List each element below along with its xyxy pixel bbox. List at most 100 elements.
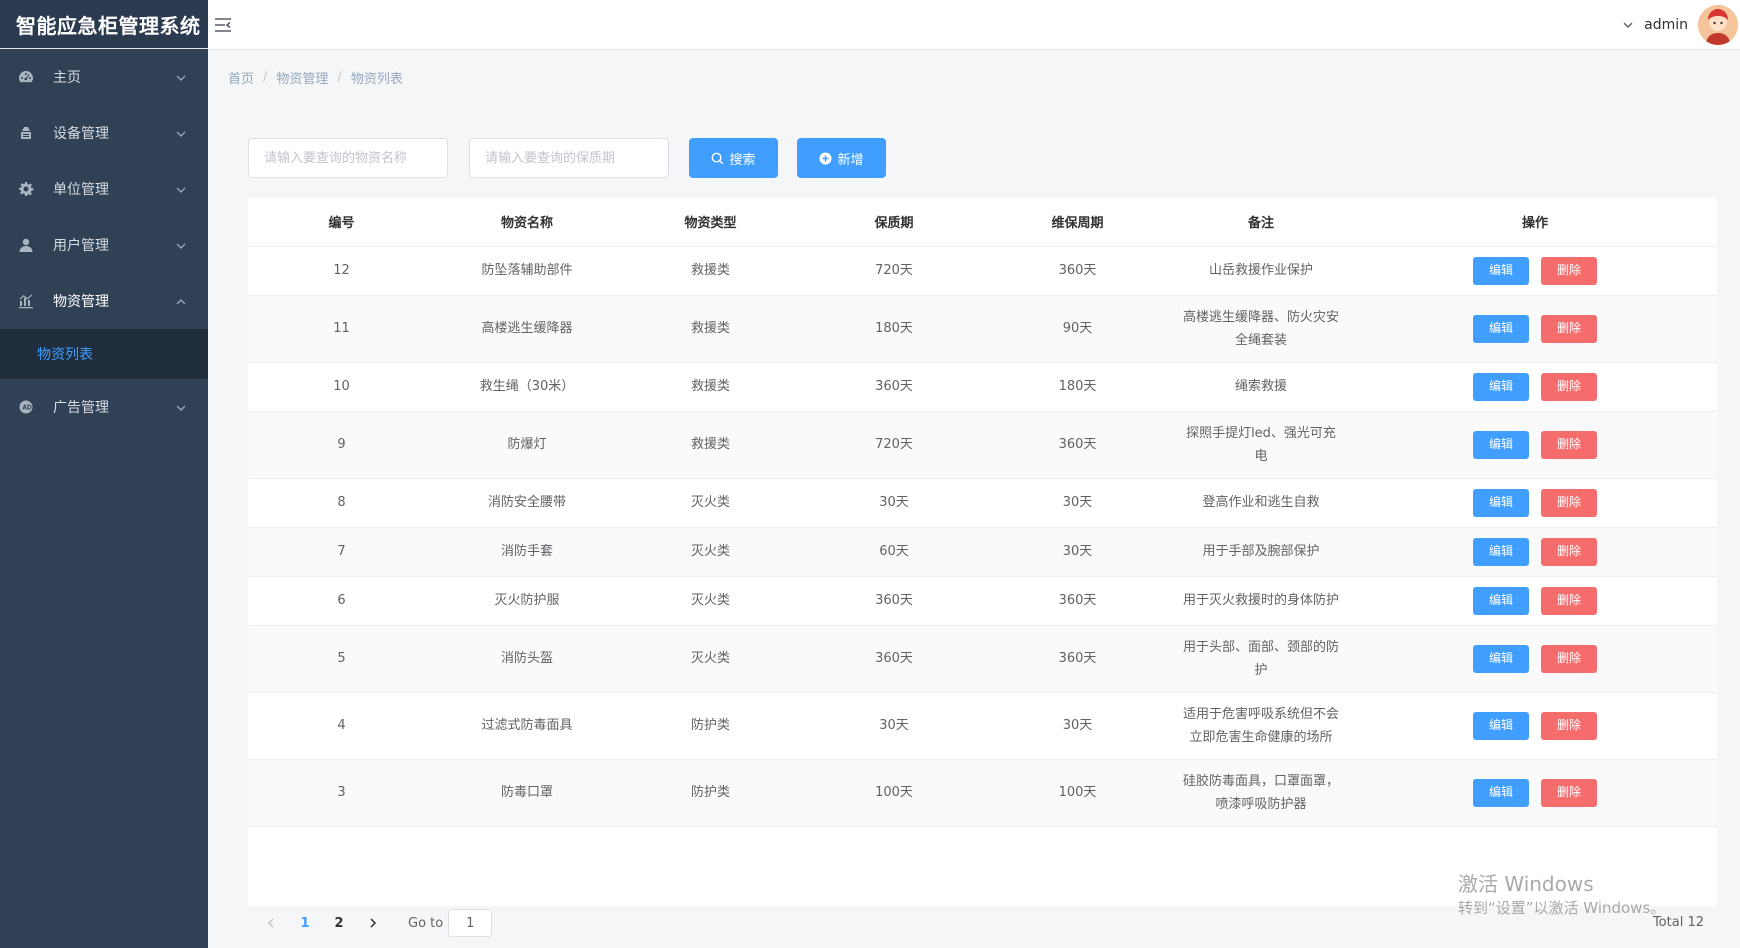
sidebar-item-ad[interactable]: 广告管理: [0, 379, 208, 435]
avatar[interactable]: [1698, 5, 1738, 45]
cell-text: 720天: [875, 437, 913, 452]
table-cell: 30天: [986, 527, 1169, 577]
table-cell: 180天: [986, 362, 1169, 412]
goto-page-input[interactable]: [448, 909, 493, 937]
cell-text: 100天: [875, 785, 913, 800]
table-cell: 高楼逃生缓降器、防火灾安全绳套装: [1169, 295, 1353, 363]
table-row: 6 灭火防护服 灭火类 360天 360天 用于灭火救援时的身体防护 编辑 删除: [248, 576, 1717, 626]
edit-button[interactable]: 编辑: [1473, 488, 1529, 517]
cell-text: 11: [333, 321, 350, 336]
cell-text: 灭火类: [690, 544, 730, 559]
delete-button[interactable]: 删除: [1541, 537, 1597, 566]
table-cell: 用于手部及腕部保护: [1169, 527, 1353, 577]
goto-page: Go to: [408, 909, 493, 937]
sidebar-item-home[interactable]: 主页: [0, 49, 208, 105]
edit-button[interactable]: 编辑: [1473, 430, 1529, 459]
table-row: 7 消防手套 灭火类 60天 30天 用于手部及腕部保护 编辑 删除: [248, 527, 1717, 577]
cell-text: 救援类: [690, 437, 730, 452]
table-cell: 救援类: [619, 362, 802, 412]
table-cell: 消防头盔: [435, 625, 619, 693]
shelf-life-input[interactable]: [469, 138, 669, 178]
cell-text: 8: [337, 495, 346, 510]
table-cell: 防护类: [619, 759, 802, 827]
user-menu[interactable]: admin: [1622, 0, 1740, 50]
edit-button[interactable]: 编辑: [1473, 778, 1529, 807]
hamburger-icon[interactable]: [214, 16, 232, 34]
table-cell: 100天: [986, 759, 1169, 827]
sidebar-item-material-list[interactable]: 物资列表: [0, 329, 208, 379]
chevron-left-icon: [267, 918, 274, 928]
cell-text: 救生绳（30米）: [479, 379, 575, 394]
cell-text: 360天: [1058, 651, 1097, 666]
breadcrumb-material[interactable]: 物资管理: [276, 68, 328, 87]
chevron-down-icon: [176, 127, 186, 137]
cell-text: 360天: [875, 651, 913, 666]
table-cell: 8: [248, 478, 435, 528]
table-cell: 用于灭火救援时的身体防护: [1169, 576, 1353, 626]
search-button[interactable]: 搜索: [689, 138, 778, 178]
gear-icon: [18, 181, 34, 197]
table-cell: 3: [248, 759, 435, 827]
cell-text: 7: [337, 544, 346, 559]
cell-text: 30天: [879, 495, 909, 510]
cell-text: 救援类: [690, 379, 730, 394]
table-row: 5 消防头盔 灭火类 360天 360天 用于头部、面部、颈部的防护 编辑 删除: [248, 625, 1717, 693]
delete-button[interactable]: 删除: [1541, 256, 1597, 285]
delete-button[interactable]: 删除: [1541, 778, 1597, 807]
cell-text: 5: [337, 651, 346, 666]
edit-button[interactable]: 编辑: [1473, 537, 1529, 566]
breadcrumb-separator: /: [337, 70, 342, 85]
chevron-down-icon: [176, 71, 186, 81]
sidebar-item-unit[interactable]: 单位管理: [0, 161, 208, 217]
page-number[interactable]: 1: [288, 909, 322, 937]
edit-button[interactable]: 编辑: [1473, 256, 1529, 285]
breadcrumb-home[interactable]: 首页: [228, 68, 254, 87]
table-cell: 高楼逃生缓降器: [435, 295, 619, 363]
chevron-right-icon: [370, 918, 377, 928]
delete-button[interactable]: 删除: [1541, 430, 1597, 459]
table-cell: 360天: [986, 411, 1169, 479]
sidebar-item-label: 单位管理: [53, 182, 109, 198]
sidebar-item-device[interactable]: 设备管理: [0, 105, 208, 161]
sidebar-item-user[interactable]: 用户管理: [0, 217, 208, 273]
prev-page-button[interactable]: [254, 909, 288, 937]
add-button-label: 新增: [837, 152, 864, 168]
cell-text: 救援类: [690, 263, 730, 278]
add-button[interactable]: 新增: [797, 138, 886, 178]
sidebar-item-label: 设备管理: [53, 126, 109, 142]
edit-button[interactable]: 编辑: [1473, 644, 1529, 673]
cell-text: 硅胶防毒面具，口罩面罩，喷漆呼吸防护器: [1182, 773, 1339, 812]
table-row: 8 消防安全腰带 灭火类 30天 30天 登高作业和逃生自救 编辑 删除: [248, 478, 1717, 528]
delete-button[interactable]: 删除: [1541, 314, 1597, 343]
edit-button[interactable]: 编辑: [1473, 372, 1529, 401]
table-cell: 防毒口罩: [435, 759, 619, 827]
edit-button[interactable]: 编辑: [1473, 314, 1529, 343]
cell-text: 高楼逃生缓降器、防火灾安全绳套装: [1182, 309, 1339, 348]
app-title: 智能应急柜管理系统: [0, 0, 208, 49]
delete-button[interactable]: 删除: [1541, 488, 1597, 517]
cell-text: 60天: [879, 544, 909, 559]
delete-button[interactable]: 删除: [1541, 372, 1597, 401]
edit-button[interactable]: 编辑: [1473, 586, 1529, 615]
cell-text: 防毒口罩: [500, 785, 553, 800]
table-cell: 30天: [802, 478, 986, 528]
delete-button[interactable]: 删除: [1541, 711, 1597, 740]
plus-circle-icon: [819, 151, 833, 165]
delete-button[interactable]: 删除: [1541, 644, 1597, 673]
next-page-button[interactable]: [356, 909, 390, 937]
cell-text: 绳索救援: [1234, 379, 1287, 394]
chevron-down-icon: [176, 239, 186, 249]
cell-text: 720天: [875, 263, 913, 278]
sidebar-item-material[interactable]: 物资管理: [0, 273, 208, 329]
table-cell: 10: [248, 362, 435, 412]
cell-text: 30天: [1062, 495, 1093, 510]
material-name-input[interactable]: [248, 138, 448, 178]
search-icon: [712, 152, 724, 164]
table-cell: 360天: [802, 362, 986, 412]
table-cell-actions: 编辑 删除: [1353, 576, 1717, 626]
sidebar-item-label: 用户管理: [53, 238, 109, 254]
edit-button[interactable]: 编辑: [1473, 711, 1529, 740]
delete-button[interactable]: 删除: [1541, 586, 1597, 615]
table-cell: 11: [248, 295, 435, 363]
page-number[interactable]: 2: [322, 909, 356, 937]
